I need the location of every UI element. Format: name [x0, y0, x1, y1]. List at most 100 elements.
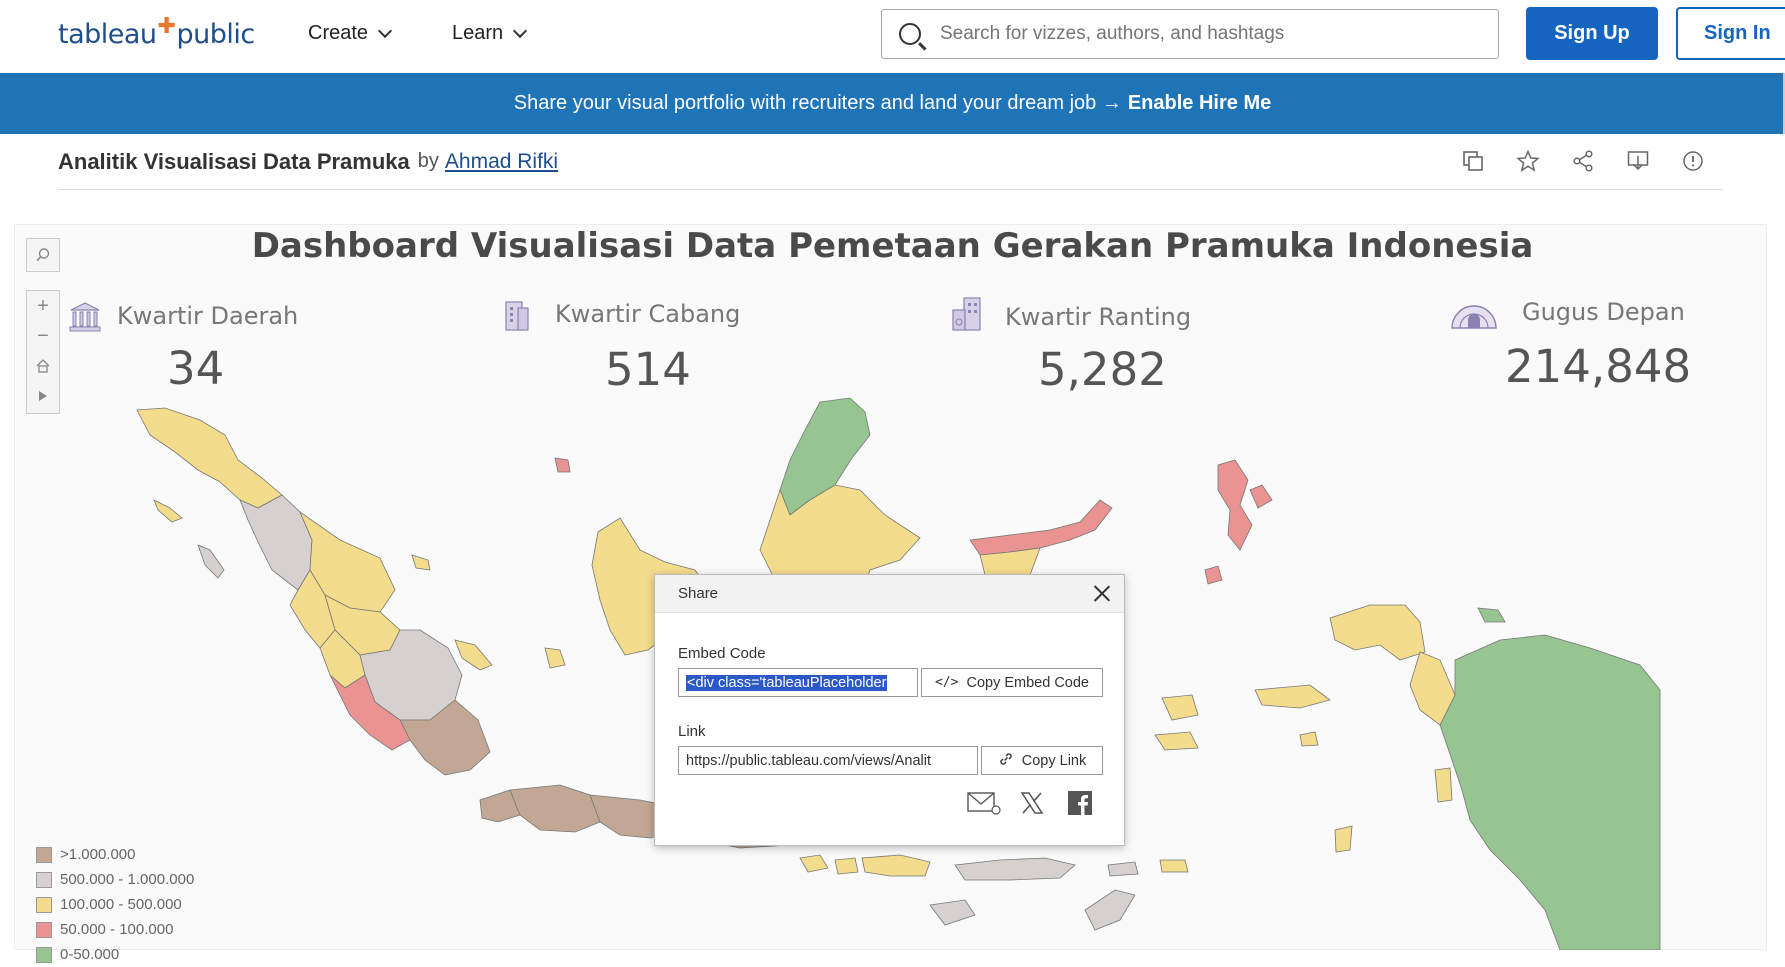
- legend-swatch: [36, 946, 52, 963]
- island-aru[interactable]: [1434, 767, 1453, 803]
- zoom-out-icon[interactable]: −: [27, 321, 59, 351]
- island-kei[interactable]: [1154, 731, 1199, 751]
- favorite-star-icon[interactable]: [1517, 150, 1539, 172]
- legend-item[interactable]: 500.000 - 1.000.000: [36, 867, 194, 892]
- chevron-down-icon: [513, 23, 528, 38]
- province-jawa-barat[interactable]: [509, 784, 601, 833]
- banner-text: Share your visual portfolio with recruit…: [513, 92, 1122, 114]
- kpi-label: Kwartir Ranting: [1005, 303, 1192, 331]
- island-natuna[interactable]: [554, 457, 571, 473]
- province-sulawesi-utara[interactable]: [969, 499, 1113, 556]
- search-input[interactable]: [938, 22, 1478, 46]
- link-field[interactable]: https://public.tableau.com/views/Analit: [678, 746, 978, 775]
- legend-label: 50.000 - 100.000: [60, 921, 174, 938]
- facebook-icon[interactable]: [1068, 791, 1092, 820]
- island-alor[interactable]: [1107, 861, 1139, 877]
- island-tanimbar[interactable]: [1334, 825, 1353, 853]
- legend-item[interactable]: 100.000 - 500.000: [36, 892, 194, 917]
- island-banggai[interactable]: [1299, 731, 1319, 747]
- province-maluku-utara[interactable]: [1217, 459, 1253, 551]
- info-icon[interactable]: [1682, 150, 1704, 172]
- share-dialog-title: Share: [678, 585, 719, 602]
- island-halmahera-east[interactable]: [1249, 484, 1273, 509]
- nav-learn-label: Learn: [452, 22, 504, 44]
- sign-up-button[interactable]: Sign Up: [1526, 7, 1658, 60]
- office-building-icon: [500, 298, 532, 338]
- legend-swatch: [36, 896, 52, 913]
- kpi-label: Kwartir Cabang: [555, 300, 741, 328]
- island-seram[interactable]: [1254, 684, 1331, 709]
- nav-create[interactable]: Create: [308, 22, 393, 45]
- chevron-down-icon: [377, 23, 393, 38]
- tableau-public-logo[interactable]: tableau ✚ public: [58, 13, 255, 52]
- download-icon[interactable]: [1627, 150, 1649, 172]
- author-link[interactable]: Ahmad Rifki: [445, 150, 558, 174]
- embed-code-value: <div class='tableauPlaceholder: [686, 674, 888, 691]
- island-bangka[interactable]: [454, 639, 493, 671]
- nav-learn[interactable]: Learn: [452, 22, 528, 45]
- logo-plus-icon: ✚: [157, 13, 176, 39]
- legend-label: >1.000.000: [60, 846, 136, 863]
- island-sumbawa[interactable]: [861, 854, 931, 877]
- top-navigation: tableau✚public Create Learn Sign Up Sign…: [0, 0, 1785, 73]
- island-wetar[interactable]: [1159, 859, 1189, 873]
- copy-link-label: Copy Link: [1021, 752, 1087, 769]
- legend-swatch: [36, 846, 52, 863]
- province-sumatera-utara[interactable]: [239, 494, 313, 591]
- legend-item[interactable]: 0-50.000: [36, 942, 194, 967]
- sign-in-button[interactable]: Sign In: [1676, 7, 1785, 60]
- x-twitter-icon[interactable]: [1020, 791, 1044, 820]
- zoom-in-icon[interactable]: +: [27, 291, 59, 321]
- island-nias[interactable]: [197, 544, 225, 579]
- island-sumba[interactable]: [929, 899, 976, 926]
- copy-link-button[interactable]: Copy Link: [981, 746, 1103, 775]
- island-flores[interactable]: [954, 857, 1076, 881]
- island-timor[interactable]: [1084, 889, 1136, 931]
- email-icon[interactable]: [967, 791, 1001, 820]
- logo-text-right: public: [176, 18, 255, 50]
- home-icon[interactable]: [27, 351, 59, 381]
- copy-embed-code-label: Copy Embed Code: [966, 674, 1089, 691]
- enable-hire-me-link[interactable]: Enable Hire Me: [1128, 92, 1271, 115]
- by-label: by: [417, 150, 439, 172]
- island-buru[interactable]: [1161, 694, 1199, 721]
- province-aceh[interactable]: [136, 407, 283, 509]
- kpi-value: 5,282: [1038, 343, 1167, 396]
- island-riau-kep[interactable]: [411, 554, 431, 571]
- dashboard-title: Dashboard Visualisasi Data Pemetaan Gera…: [251, 226, 1534, 266]
- kpi-value: 214,848: [1505, 340, 1692, 393]
- link-value: https://public.tableau.com/views/Analit: [686, 752, 932, 769]
- share-dialog-header: Share: [655, 575, 1124, 613]
- viz-toolbar: [1462, 150, 1704, 172]
- kpi-value: 514: [605, 343, 691, 396]
- island-simeulue[interactable]: [153, 499, 183, 523]
- kpi-value: 34: [167, 342, 225, 395]
- share-dialog: Share Embed Code <div class='tableauPlac…: [654, 574, 1125, 846]
- legend-item[interactable]: >1.000.000: [36, 842, 194, 867]
- share-icon[interactable]: [1572, 150, 1594, 172]
- province-papua-barat[interactable]: [1329, 604, 1426, 661]
- province-papua[interactable]: [1439, 634, 1661, 950]
- legend-label: 500.000 - 1.000.000: [60, 871, 195, 888]
- island-lombok[interactable]: [834, 857, 859, 875]
- copy-icon[interactable]: [1462, 150, 1484, 172]
- embed-code-field[interactable]: <div class='tableauPlaceholder: [678, 668, 918, 697]
- link-label: Link: [678, 723, 706, 740]
- search-icon: [899, 23, 921, 45]
- close-icon[interactable]: [1092, 583, 1112, 603]
- copy-embed-code-button[interactable]: </> Copy Embed Code: [921, 668, 1103, 697]
- search-box: [881, 9, 1499, 59]
- kpi-label: Gugus Depan: [1522, 298, 1685, 326]
- island-belitung[interactable]: [544, 647, 566, 669]
- island-biak[interactable]: [1477, 607, 1506, 623]
- island-morotai[interactable]: [1204, 565, 1223, 585]
- legend-label: 0-50.000: [60, 946, 120, 963]
- legend-swatch: [36, 921, 52, 938]
- logo-text-left: tableau: [58, 18, 157, 50]
- legend-item[interactable]: 50.000 - 100.000: [36, 917, 194, 942]
- map-legend: >1.000.000 500.000 - 1.000.000 100.000 -…: [36, 842, 194, 967]
- kpi-label: Kwartir Daerah: [117, 302, 299, 330]
- nav-create-label: Create: [308, 22, 369, 44]
- viz-title: Analitik Visualisasi Data Pramuka: [58, 148, 410, 174]
- island-bali[interactable]: [799, 854, 829, 873]
